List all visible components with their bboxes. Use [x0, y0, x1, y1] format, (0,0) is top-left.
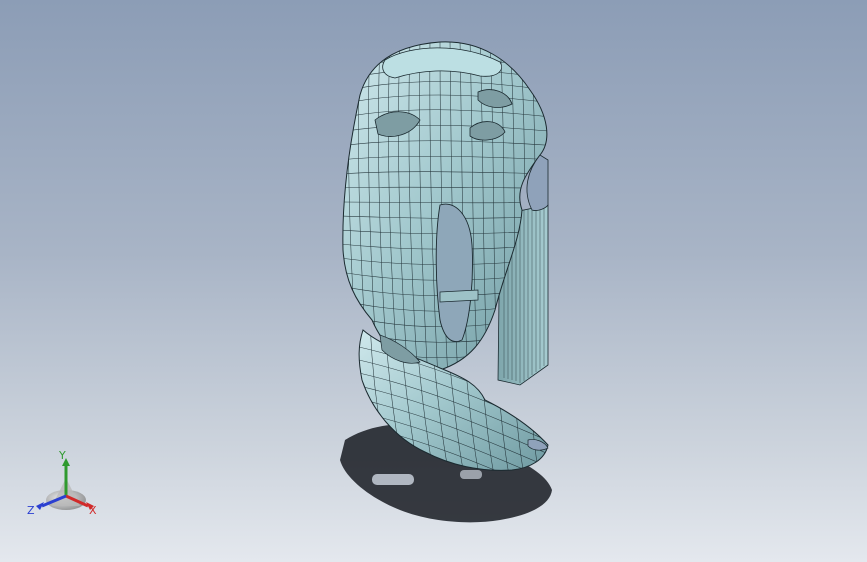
coordinate-triad: Y X Z — [26, 448, 106, 522]
car-body-model[interactable] — [0, 0, 867, 562]
y-axis-label: Y — [59, 449, 66, 462]
z-axis-label: Z — [27, 504, 35, 517]
x-axis-label: X — [89, 504, 97, 517]
graphics-viewport[interactable]: Y X Z — [0, 0, 867, 562]
